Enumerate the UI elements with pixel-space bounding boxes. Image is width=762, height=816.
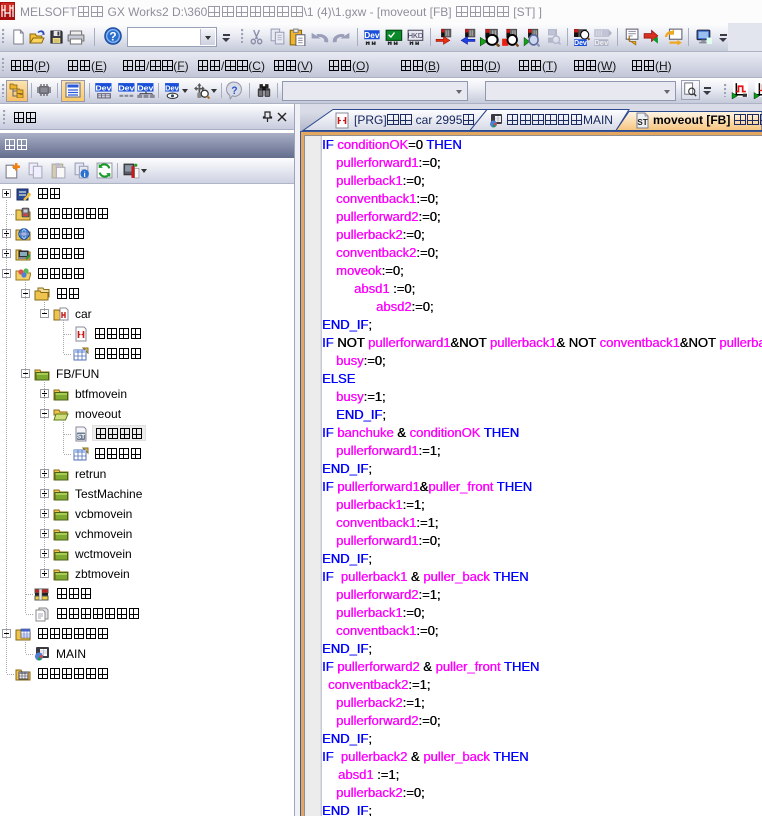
svg-text:Dev: Dev — [165, 84, 179, 93]
svg-text:ST: ST — [637, 118, 647, 127]
svg-text:Dev: Dev — [137, 84, 154, 92]
svg-text:Dev: Dev — [118, 84, 135, 92]
svg-text:Dev: Dev — [95, 84, 112, 92]
svg-text:Dev: Dev — [594, 38, 609, 46]
svg-text:ST: ST — [77, 434, 85, 441]
svg-text:i: i — [84, 170, 86, 179]
svg-text:?: ? — [109, 30, 116, 44]
svg-text:Dev: Dev — [364, 31, 380, 40]
svg-text:?: ? — [231, 85, 237, 98]
svg-text:HKD: HKD — [408, 31, 423, 40]
svg-text:Dev: Dev — [574, 39, 587, 46]
